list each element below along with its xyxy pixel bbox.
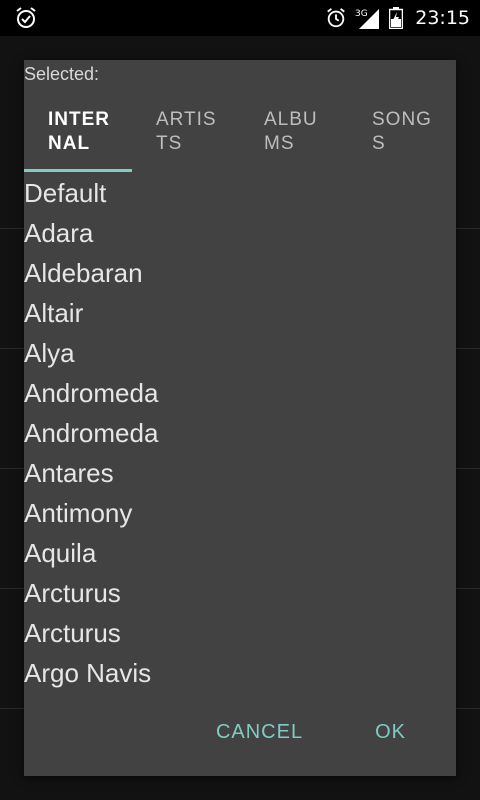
list-item[interactable]: Antimony [24, 493, 456, 533]
network-type-label: 3G [355, 9, 368, 19]
signal-icon: 3G [355, 7, 381, 29]
list-item[interactable]: Antares [24, 453, 456, 493]
ok-button[interactable]: OK [359, 721, 422, 744]
list-item[interactable]: Argo Navis [24, 653, 456, 693]
list-item[interactable]: Arcturus [24, 613, 456, 653]
alarm-icon [325, 7, 347, 29]
alarm-clock-icon [14, 6, 38, 30]
status-time: 23:15 [415, 7, 470, 29]
tab-artists[interactable]: ARTIS TS [132, 94, 240, 174]
list-item[interactable]: Arcturus [24, 573, 456, 613]
battery-charging-icon [388, 7, 404, 30]
list-item[interactable]: Default [24, 173, 456, 213]
dialog-buttons: CANCEL OK [200, 712, 456, 752]
list-item[interactable]: Alya [24, 333, 456, 373]
tab-albums[interactable]: ALBU MS [240, 94, 348, 174]
status-bar: 3G 23:15 [0, 0, 480, 36]
ringtone-list: Default Adara Aldebaran Altair Alya Andr… [24, 173, 456, 693]
list-item[interactable]: Andromeda [24, 413, 456, 453]
list-item[interactable]: Aldebaran [24, 253, 456, 293]
list-item[interactable]: Andromeda [24, 373, 456, 413]
tab-internal[interactable]: INTER NAL [24, 94, 132, 174]
list-item[interactable]: Aquila [24, 533, 456, 573]
list-item[interactable]: Altair [24, 293, 456, 333]
dialog-title: Selected: [24, 64, 100, 84]
tab-songs[interactable]: SONG S [348, 94, 456, 174]
cancel-button[interactable]: CANCEL [200, 721, 319, 744]
active-tab-indicator [24, 169, 132, 172]
status-icons: 3G 23:15 [325, 0, 470, 36]
list-item[interactable]: Adara [24, 213, 456, 253]
ringtone-picker-dialog: Selected: INTER NAL ARTIS TS ALBU MS SON… [24, 60, 456, 776]
tab-bar: INTER NAL ARTIS TS ALBU MS SONG S [24, 94, 456, 174]
